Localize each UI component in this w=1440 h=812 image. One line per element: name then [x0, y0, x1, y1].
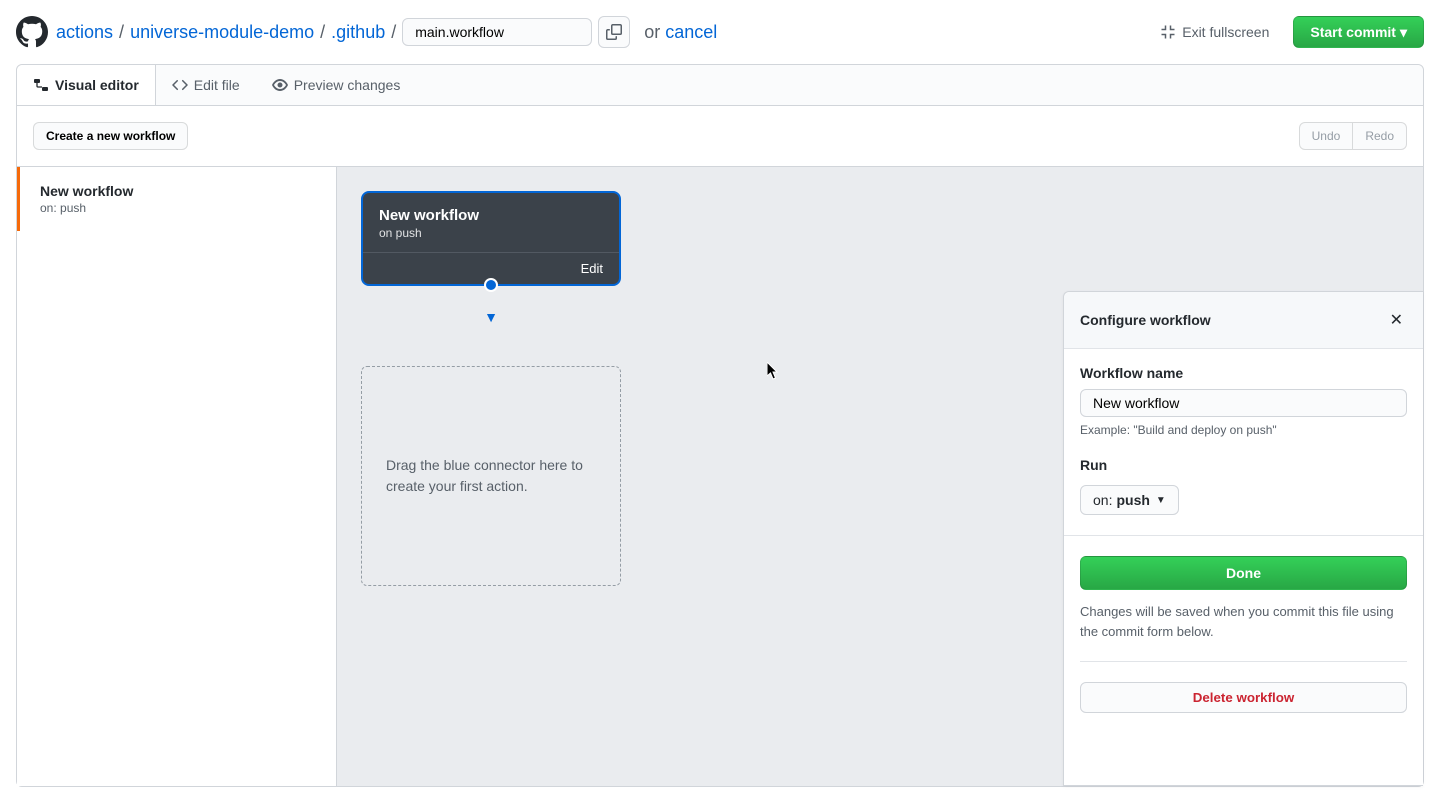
workflow-card-header: New workflow on push: [363, 193, 619, 252]
redo-button[interactable]: Redo: [1353, 122, 1407, 150]
workflow-card-sub: on push: [379, 226, 603, 240]
run-event: push: [1116, 492, 1149, 508]
breadcrumb-repo[interactable]: universe-module-demo: [130, 22, 314, 43]
breadcrumb-sep: /: [119, 22, 124, 43]
action-dropzone[interactable]: Drag the blue connector here to create y…: [361, 366, 621, 586]
delete-workflow-button[interactable]: Delete workflow: [1080, 682, 1407, 713]
breadcrumb: actions / universe-module-demo / .github…: [56, 16, 717, 48]
exit-fullscreen-label: Exit fullscreen: [1182, 24, 1269, 40]
clipboard-icon: [606, 24, 622, 40]
dropzone-text: Drag the blue connector here to create y…: [386, 455, 596, 497]
divider: [1064, 535, 1423, 536]
connector-arrow-icon: ▼: [484, 309, 498, 325]
cursor-icon: [767, 362, 781, 380]
or-cancel: or cancel: [644, 22, 717, 43]
page-header: actions / universe-module-demo / .github…: [0, 0, 1440, 64]
tab-label: Preview changes: [294, 77, 401, 93]
cancel-link[interactable]: cancel: [665, 22, 717, 42]
workflow-card[interactable]: New workflow on push Edit: [361, 191, 621, 286]
breadcrumb-owner[interactable]: actions: [56, 22, 113, 43]
copy-path-button[interactable]: [598, 16, 630, 48]
create-workflow-button[interactable]: Create a new workflow: [33, 122, 188, 150]
breadcrumb-sep: /: [320, 22, 325, 43]
breadcrumb-folder[interactable]: .github: [331, 22, 385, 43]
run-on-prefix: on:: [1093, 492, 1112, 508]
workflow-name-label: Workflow name: [1080, 365, 1407, 381]
close-icon[interactable]: ✕: [1386, 306, 1407, 334]
save-hint: Changes will be saved when you commit th…: [1080, 602, 1407, 641]
chevron-down-icon: ▼: [1156, 495, 1166, 506]
run-trigger-select[interactable]: on: push ▼: [1080, 485, 1179, 515]
configure-workflow-panel: Configure workflow ✕ Workflow name Examp…: [1063, 291, 1423, 786]
sidebar-item-title: New workflow: [40, 183, 316, 199]
workflow-sidebar: New workflow on: push: [17, 167, 337, 786]
undo-button[interactable]: Undo: [1299, 122, 1354, 150]
divider: [1080, 661, 1407, 662]
or-text: or: [644, 22, 660, 42]
sidebar-item-sub: on: push: [40, 201, 316, 215]
run-label: Run: [1080, 457, 1407, 473]
exit-fullscreen-button[interactable]: Exit fullscreen: [1160, 24, 1269, 40]
undo-redo-group: Undo Redo: [1299, 122, 1407, 150]
config-panel-header: Configure workflow ✕: [1064, 292, 1423, 349]
tab-preview-changes[interactable]: Preview changes: [256, 65, 417, 105]
editor-area: New workflow on: push New workflow on pu…: [17, 166, 1423, 786]
config-panel-title: Configure workflow: [1080, 312, 1211, 328]
tab-label: Visual editor: [55, 77, 139, 93]
workflow-icon: [33, 77, 49, 93]
filename-input[interactable]: [402, 18, 592, 46]
tabs: Visual editor Edit file Preview changes: [17, 65, 1423, 106]
done-button[interactable]: Done: [1080, 556, 1407, 590]
tab-visual-editor[interactable]: Visual editor: [17, 65, 156, 105]
start-commit-button[interactable]: Start commit▾: [1293, 16, 1424, 48]
collapse-icon: [1160, 24, 1176, 40]
connector-dot[interactable]: [484, 278, 498, 292]
config-panel-body: Workflow name Example: "Build and deploy…: [1064, 349, 1423, 729]
code-icon: [172, 77, 188, 93]
workflow-name-hint: Example: "Build and deploy on push": [1080, 423, 1407, 437]
workflow-card-title: New workflow: [379, 207, 603, 224]
eye-icon: [272, 77, 288, 93]
sidebar-workflow-item[interactable]: New workflow on: push: [17, 167, 336, 231]
tab-edit-file[interactable]: Edit file: [156, 65, 256, 105]
workflow-name-input[interactable]: [1080, 389, 1407, 417]
breadcrumb-sep: /: [391, 22, 396, 43]
main-frame: Visual editor Edit file Preview changes …: [16, 64, 1424, 787]
toolbar: Create a new workflow Undo Redo: [17, 106, 1423, 166]
tab-label: Edit file: [194, 77, 240, 93]
github-logo-icon: [16, 16, 48, 48]
